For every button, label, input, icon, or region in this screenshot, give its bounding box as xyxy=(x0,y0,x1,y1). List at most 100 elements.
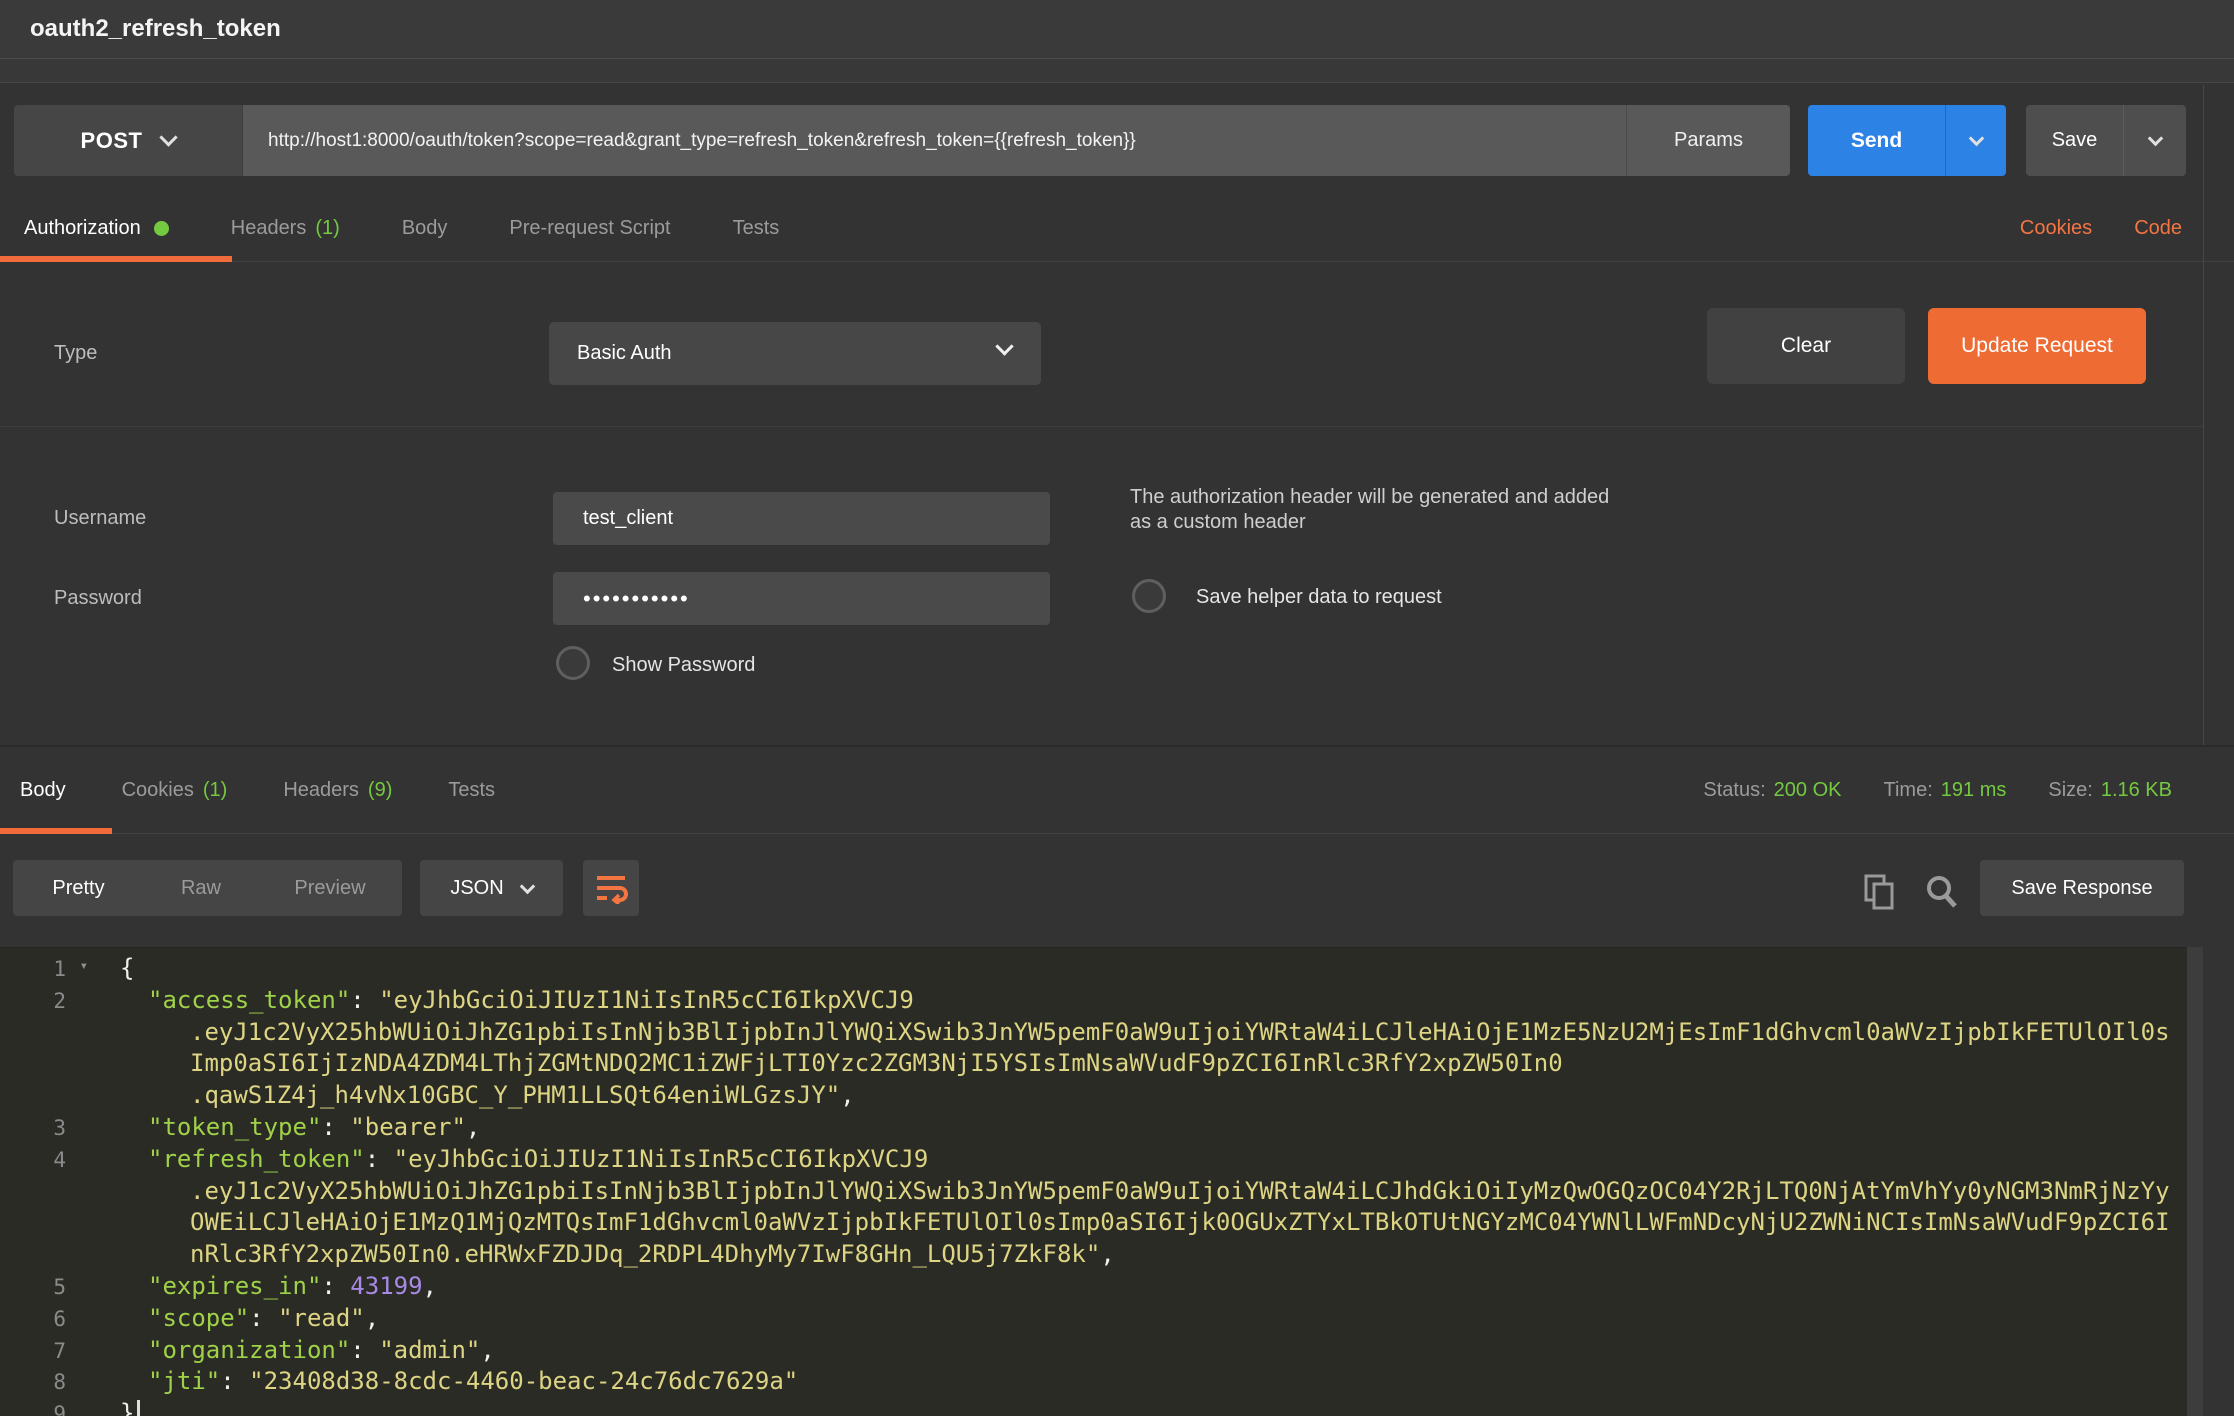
code-line: 1▾{ xyxy=(0,954,2187,986)
send-button[interactable]: Send xyxy=(1808,105,1945,176)
line-number: 3 xyxy=(0,1116,90,1140)
chevron-down-icon xyxy=(2147,131,2163,147)
type-label: Type xyxy=(54,342,97,365)
tab-label: Pre-request Script xyxy=(509,217,670,240)
header-strip xyxy=(0,59,2234,83)
auth-helper-note: The authorization header will be generat… xyxy=(1130,485,1610,535)
code-line: 3"token_type": "bearer", xyxy=(0,1113,2187,1145)
code-line-text: .eyJ1c2VyX25hbWUiOiJhZG1pbiIsInNjb3BlIjp… xyxy=(90,1177,2170,1205)
line-number: 1▾ xyxy=(0,957,90,981)
tab-pre-request-script[interactable]: Pre-request Script xyxy=(509,217,670,240)
tab-body[interactable]: Body xyxy=(402,217,448,240)
code-line-text: Imp0aSI6IjIzNDA4ZDM4LThjZGMtNDQ2MC1iZWFj… xyxy=(90,1049,1563,1077)
response-tabs: Body Cookies (1) Headers (9) Tests Statu… xyxy=(0,747,2234,834)
authorization-panel: Type Basic Auth Clear Update Request Use… xyxy=(0,262,2234,742)
code-line-text: } xyxy=(90,1399,140,1416)
line-number: 2 xyxy=(0,989,90,1013)
response-meta: Status:200 OK Time:191 ms Size:1.16 KB xyxy=(1703,779,2234,802)
format-value: JSON xyxy=(450,877,503,900)
search-icon xyxy=(1924,874,1960,910)
line-number: 4 xyxy=(0,1148,90,1172)
tab-count: (1) xyxy=(203,779,227,802)
code-line: 5"expires_in": 43199, xyxy=(0,1272,2187,1304)
code-line: .eyJ1c2VyX25hbWUiOiJhZG1pbiIsInNjb3BlIjp… xyxy=(0,1018,2187,1050)
search-response-button[interactable] xyxy=(1924,874,1960,915)
line-number: 9 xyxy=(0,1402,90,1416)
code-scrollbar[interactable] xyxy=(2187,947,2203,1416)
code-line: 9} xyxy=(0,1399,2187,1416)
code-line-text: { xyxy=(90,954,134,982)
view-mode-group: Pretty Raw Preview xyxy=(13,860,402,916)
code-line-text: "token_type": "bearer", xyxy=(90,1113,480,1141)
tab-tests[interactable]: Tests xyxy=(733,217,780,240)
tab-label: Headers xyxy=(283,779,359,802)
tab-response-headers[interactable]: Headers (9) xyxy=(283,779,392,802)
view-pretty-button[interactable]: Pretty xyxy=(13,860,144,916)
section-divider xyxy=(0,426,2203,427)
auth-set-dot-icon xyxy=(154,221,169,236)
method-select[interactable]: POST xyxy=(14,105,242,176)
chevron-down-icon xyxy=(160,128,178,146)
code-line: .eyJ1c2VyX25hbWUiOiJhZG1pbiIsInNjb3BlIjp… xyxy=(0,1177,2187,1209)
tab-label: Tests xyxy=(448,779,495,802)
params-button[interactable]: Params xyxy=(1626,105,1790,176)
url-bar: POST http://host1:8000/oauth/token?scope… xyxy=(14,105,2186,176)
save-button-group: Save xyxy=(2026,105,2186,176)
save-helper-label: Save helper data to request xyxy=(1196,586,1442,609)
clear-button[interactable]: Clear xyxy=(1707,308,1905,384)
line-number: 6 xyxy=(0,1307,90,1331)
code-line: 6"scope": "read", xyxy=(0,1304,2187,1336)
code-line-text: "organization": "admin", xyxy=(90,1336,495,1364)
code-line-text: "access_token": "eyJhbGciOiJIUzI1NiIsInR… xyxy=(90,986,914,1014)
auth-type-select[interactable]: Basic Auth xyxy=(549,322,1041,385)
save-button[interactable]: Save xyxy=(2026,105,2123,176)
chevron-down-icon xyxy=(995,337,1013,355)
copy-response-button[interactable] xyxy=(1864,874,1896,915)
tab-response-body[interactable]: Body xyxy=(20,779,66,802)
username-field[interactable] xyxy=(553,492,1050,545)
code-line: 7"organization": "admin", xyxy=(0,1336,2187,1368)
password-field[interactable] xyxy=(553,572,1050,625)
request-tabs: Authorization Headers (1) Body Pre-reque… xyxy=(0,195,2234,262)
update-request-button[interactable]: Update Request xyxy=(1928,308,2146,384)
url-input[interactable]: http://host1:8000/oauth/token?scope=read… xyxy=(242,105,1626,176)
tab-label: Authorization xyxy=(24,217,141,240)
view-raw-button[interactable]: Raw xyxy=(144,860,258,916)
save-helper-radio[interactable] xyxy=(1132,579,1166,613)
status-badge: Status:200 OK xyxy=(1703,779,1841,802)
save-options-button[interactable] xyxy=(2123,105,2186,176)
code-line: .qawS1Z4j_h4vNx10GBC_Y_PHM1LLSQt64eniWLG… xyxy=(0,1081,2187,1113)
cookies-link[interactable]: Cookies xyxy=(2020,217,2092,240)
view-preview-button[interactable]: Preview xyxy=(258,860,402,916)
code-link[interactable]: Code xyxy=(2134,217,2182,240)
send-options-button[interactable] xyxy=(1945,105,2006,176)
code-line-text: .qawS1Z4j_h4vNx10GBC_Y_PHM1LLSQt64eniWLG… xyxy=(90,1081,855,1109)
line-number: 8 xyxy=(0,1370,90,1394)
save-response-button[interactable]: Save Response xyxy=(1980,860,2184,916)
code-line-text: .eyJ1c2VyX25hbWUiOiJhZG1pbiIsInNjb3BlIjp… xyxy=(90,1018,2170,1046)
response-body-viewer[interactable]: 1▾{2"access_token": "eyJhbGciOiJIUzI1NiI… xyxy=(0,947,2187,1416)
code-lines: 1▾{2"access_token": "eyJhbGciOiJIUzI1NiI… xyxy=(0,954,2187,1416)
text-cursor xyxy=(137,1400,140,1416)
size-badge: Size:1.16 KB xyxy=(2048,779,2172,802)
code-line: OWEiLCJleHAiOjE1MzQ1MjQzMTQsImF1dGhvcml0… xyxy=(0,1208,2187,1240)
time-badge: Time:191 ms xyxy=(1884,779,2007,802)
tab-response-cookies[interactable]: Cookies (1) xyxy=(122,779,228,802)
chevron-down-icon xyxy=(1968,131,1984,147)
collapse-toggle-icon[interactable]: ▾ xyxy=(80,958,88,974)
code-line: 2"access_token": "eyJhbGciOiJIUzI1NiIsIn… xyxy=(0,986,2187,1018)
tab-headers[interactable]: Headers (1) xyxy=(231,217,340,240)
copy-icon xyxy=(1864,874,1896,910)
tab-label: Tests xyxy=(733,217,780,240)
tab-label: Body xyxy=(20,779,66,802)
code-line-text: "jti": "23408d38-8cdc-4460-beac-24c76dc7… xyxy=(90,1367,798,1395)
tab-label: Headers xyxy=(231,217,307,240)
format-select[interactable]: JSON xyxy=(420,860,563,916)
auth-type-value: Basic Auth xyxy=(577,342,672,365)
tab-authorization[interactable]: Authorization xyxy=(24,217,169,240)
chevron-down-icon xyxy=(519,878,535,894)
show-password-radio[interactable] xyxy=(556,646,590,680)
word-wrap-button[interactable] xyxy=(583,860,639,916)
tab-response-tests[interactable]: Tests xyxy=(448,779,495,802)
response-panel: Body Cookies (1) Headers (9) Tests Statu… xyxy=(0,745,2234,1416)
